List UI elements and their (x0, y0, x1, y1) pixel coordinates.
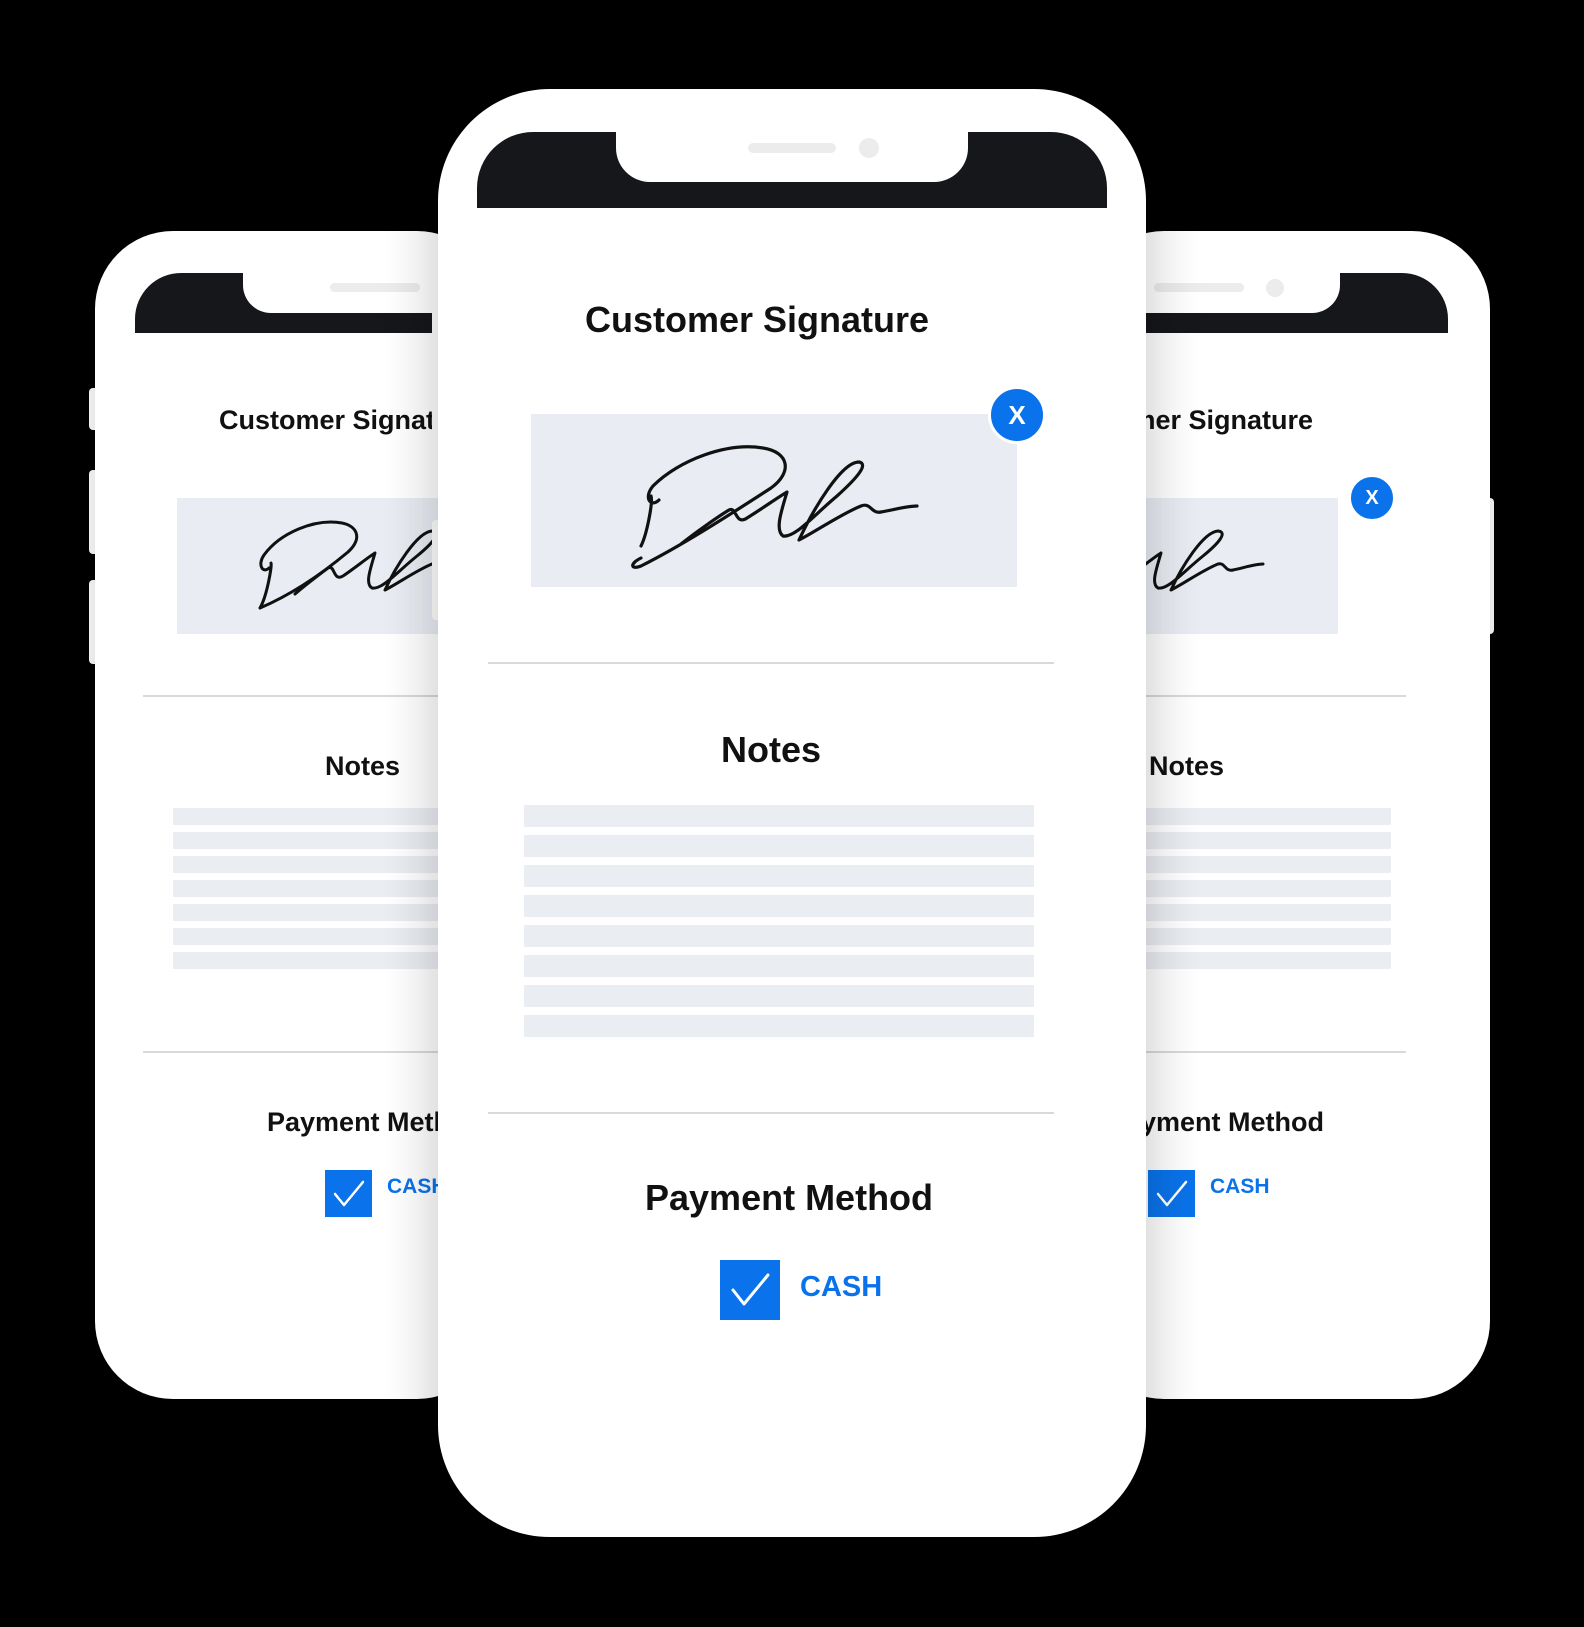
notes-line (524, 835, 1034, 857)
notes-line (524, 865, 1034, 887)
cash-checkbox[interactable] (325, 1170, 372, 1217)
notes-title: Notes (325, 751, 401, 781)
cash-label: CASH (800, 1271, 883, 1303)
close-signature-button[interactable]: X (988, 386, 1046, 444)
notes-line (524, 955, 1034, 977)
speaker (748, 143, 836, 153)
notes-line (524, 1015, 1034, 1037)
notes-title: Notes (721, 729, 822, 770)
notch (616, 130, 968, 182)
checkmark-icon (333, 1180, 364, 1206)
close-icon: X (1365, 486, 1379, 509)
notes-line (524, 805, 1034, 827)
notes-line (524, 985, 1034, 1007)
camera (1266, 279, 1284, 297)
cash-label: CASH (1210, 1175, 1270, 1198)
checkmark-icon (731, 1273, 770, 1306)
speaker (330, 283, 420, 292)
signature-box[interactable] (531, 414, 1017, 587)
phone-center: Customer Signature X Notes Payment Metho… (438, 89, 1146, 1537)
close-signature-button[interactable]: X (1348, 474, 1396, 522)
speaker (1154, 283, 1244, 292)
checkmark-icon (1156, 1180, 1187, 1206)
close-icon: X (1008, 399, 1026, 430)
signature-title: Customer Signature (585, 299, 930, 340)
cash-checkbox[interactable] (720, 1260, 780, 1320)
notes-line (524, 895, 1034, 917)
divider (488, 1112, 1054, 1114)
phone-right: Customer Signature X Notes Payment Metho… (1086, 231, 1490, 1399)
notes-line (524, 925, 1034, 947)
notes-title: Notes (1149, 751, 1225, 781)
camera (859, 138, 879, 158)
payment-title: Payment Method (645, 1177, 934, 1218)
divider (488, 662, 1054, 664)
signature-image (631, 445, 919, 569)
cash-checkbox[interactable] (1148, 1170, 1195, 1217)
